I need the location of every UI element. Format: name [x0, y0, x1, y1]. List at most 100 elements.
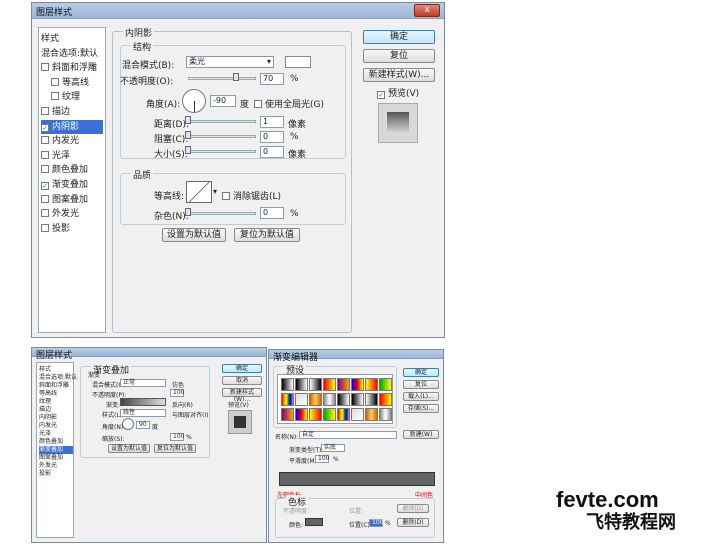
distance-input[interactable]: 1 — [260, 116, 284, 128]
sidebar-item[interactable]: 投影 — [39, 470, 73, 478]
opacity-input[interactable]: 70 — [260, 73, 284, 85]
align-checkbox[interactable]: 与图层对齐(I) — [172, 410, 208, 419]
preset-swatch[interactable] — [379, 393, 392, 406]
choke-slider[interactable] — [186, 135, 256, 138]
preset-swatch[interactable] — [295, 393, 308, 406]
check-icon[interactable]: ✓ — [41, 123, 49, 132]
name-input[interactable]: 自定 — [299, 431, 397, 439]
stop-color-swatch[interactable] — [305, 518, 323, 526]
opacity-slider-thumb[interactable] — [232, 73, 239, 81]
cancel-button[interactable]: 取消 — [222, 376, 262, 385]
preset-swatch[interactable] — [337, 408, 350, 421]
set-default-button[interactable]: 设置为默认值 — [162, 228, 226, 242]
ok-button[interactable]: 确定 — [403, 368, 439, 377]
checkbox-icon[interactable] — [41, 165, 49, 174]
preview-checkbox[interactable]: ✓ 预览(V) — [377, 86, 419, 99]
sidebar-item[interactable]: ✓ 渐变叠加 — [41, 178, 103, 192]
preset-swatch[interactable] — [295, 378, 308, 391]
checkbox-icon[interactable] — [51, 92, 59, 101]
angle-dial[interactable] — [182, 89, 206, 113]
preset-swatch[interactable] — [365, 393, 378, 406]
close-button[interactable]: x — [414, 4, 440, 17]
preset-swatch[interactable] — [309, 378, 322, 391]
opacity-input[interactable]: 100 — [170, 389, 184, 397]
checkbox-icon[interactable] — [41, 150, 49, 159]
preset-swatch[interactable] — [281, 393, 294, 406]
sidebar-item[interactable]: 图案叠加 — [41, 193, 103, 207]
sidebar-item[interactable]: 样式 — [41, 32, 103, 46]
size-input[interactable]: 0 — [260, 146, 284, 158]
set-default-button[interactable]: 设置为默认值 — [108, 444, 150, 453]
sidebar-item[interactable]: 斜面和浮雕 — [41, 61, 103, 75]
size-slider-thumb[interactable] — [185, 146, 191, 154]
preset-swatch[interactable] — [281, 408, 294, 421]
choke-input[interactable]: 0 — [260, 131, 284, 143]
angle-input[interactable]: -90 — [210, 95, 236, 107]
angle-dial[interactable] — [122, 418, 134, 430]
blend-mode-select[interactable]: 正常 — [120, 379, 166, 387]
preset-swatch[interactable] — [365, 378, 378, 391]
sidebar-item[interactable]: 内阴影 — [39, 414, 73, 422]
delete-color-stop-button[interactable]: 删除(D) — [397, 518, 429, 527]
contour-dropdown-icon[interactable]: ▾ — [213, 187, 217, 196]
sidebar-item[interactable]: 混合选项:默认 — [41, 47, 103, 61]
preset-swatch[interactable] — [351, 378, 364, 391]
opacity-slider[interactable] — [188, 77, 256, 80]
reverse-checkbox[interactable]: 反向(R) — [172, 400, 193, 409]
smooth-input[interactable]: 100 — [315, 455, 329, 463]
save-button[interactable]: 存储(S)... — [403, 404, 439, 413]
sidebar-item[interactable]: 描边 — [41, 105, 103, 119]
choke-slider-thumb[interactable] — [185, 131, 191, 139]
noise-input[interactable]: 0 — [260, 207, 284, 219]
sidebar-item[interactable]: 内发光 — [39, 422, 73, 430]
sidebar-item[interactable]: 外发光 — [39, 462, 73, 470]
preset-swatch[interactable] — [323, 393, 336, 406]
size-slider[interactable] — [186, 150, 256, 153]
preset-swatch[interactable] — [337, 393, 350, 406]
new-style-button[interactable]: 新建样式(W)... — [363, 68, 435, 82]
scale-input[interactable]: 100 — [170, 433, 184, 441]
style-select[interactable]: 线性 — [120, 409, 166, 417]
sidebar-item[interactable]: 外发光 — [41, 207, 103, 221]
checkbox-icon[interactable] — [51, 77, 59, 86]
checkbox-icon[interactable] — [41, 136, 49, 145]
reset-button[interactable]: 复位 — [363, 49, 435, 63]
contour-picker[interactable] — [186, 181, 212, 203]
noise-slider[interactable] — [186, 212, 256, 215]
sidebar-item[interactable]: 内发光 — [41, 134, 103, 148]
preset-swatch[interactable] — [337, 378, 350, 391]
type-select[interactable]: 实底 — [321, 444, 345, 452]
sidebar-item[interactable]: 斜面和浮雕 — [39, 382, 73, 390]
sidebar-item[interactable]: 图案叠加 — [39, 454, 73, 462]
preset-swatch[interactable] — [309, 408, 322, 421]
checkbox-icon[interactable] — [41, 194, 49, 203]
sidebar-item[interactable]: 纹理 — [41, 90, 103, 104]
angle-input[interactable]: 90 — [136, 421, 150, 429]
new-button[interactable]: 新建(W) — [403, 430, 439, 439]
sidebar-item[interactable]: 纹理 — [39, 398, 73, 406]
reset-default-button[interactable]: 复位为默认值 — [234, 228, 300, 242]
preset-swatch[interactable] — [379, 408, 392, 421]
ok-button[interactable]: 确定 — [222, 364, 262, 373]
sidebar-item[interactable]: 等高线 — [41, 76, 103, 90]
sidebar-item[interactable]: 颜色叠加 — [39, 438, 73, 446]
sidebar-item[interactable]: 投影 — [41, 222, 103, 236]
sidebar-item[interactable]: 颜色叠加 — [41, 163, 103, 177]
load-button[interactable]: 载入(L)... — [403, 392, 439, 401]
preset-swatch[interactable] — [351, 393, 364, 406]
reset-button[interactable]: 复位 — [403, 380, 439, 389]
anti-alias-checkbox[interactable]: 消除锯齿(L) — [222, 189, 281, 202]
preset-swatch[interactable] — [323, 378, 336, 391]
checkbox-icon[interactable] — [41, 223, 49, 232]
global-light-checkbox[interactable]: 使用全局光(G) — [254, 97, 324, 110]
ok-button[interactable]: 确定 — [363, 30, 435, 44]
noise-slider-thumb[interactable] — [185, 208, 191, 216]
gradient-swatch[interactable] — [120, 398, 166, 406]
checkbox-icon[interactable] — [41, 107, 49, 115]
sidebar-item[interactable]: 渐变叠加 — [39, 446, 73, 454]
sidebar-item[interactable]: 样式 — [39, 366, 73, 374]
sidebar-item[interactable]: ✓ 内阴影 — [41, 119, 103, 134]
check-icon[interactable]: ✓ — [41, 182, 49, 190]
sidebar-item[interactable]: 混合选项:默认 — [39, 374, 77, 382]
preset-swatch[interactable] — [379, 378, 392, 391]
